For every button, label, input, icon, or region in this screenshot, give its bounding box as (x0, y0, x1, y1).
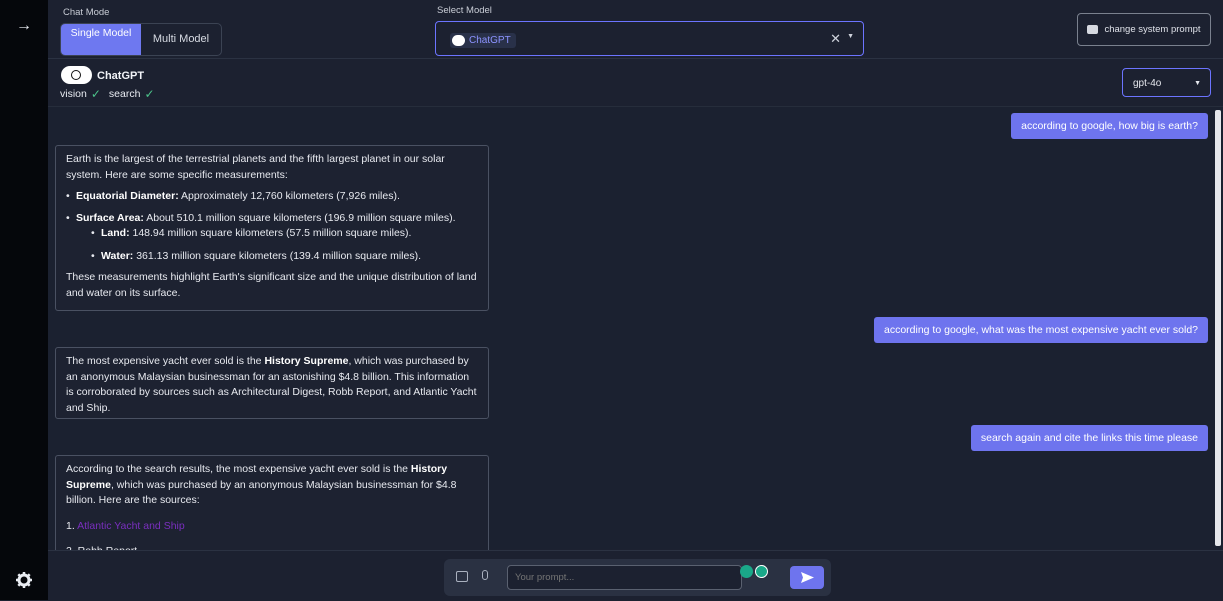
capabilities: vision ✓ search ✓ (60, 87, 159, 101)
user-message: search again and cite the links this tim… (970, 425, 1208, 451)
list-text: About 510.1 million square kilometers (1… (146, 211, 456, 224)
sublist: Land: 148.94 million square kilometers (… (76, 226, 478, 264)
check-icon: ✓ (90, 87, 101, 101)
model-info-bar: ChatGPT vision ✓ search ✓ gpt-4o ▼ (48, 59, 1223, 107)
image-upload-icon[interactable] (456, 571, 468, 582)
model-version-select[interactable]: gpt-4o ▼ (1122, 68, 1211, 97)
chatgpt-logo-icon (61, 66, 92, 84)
list: Equatorial Diameter: Approximately 12,76… (66, 189, 478, 205)
left-sidebar: → (0, 0, 48, 600)
list: Surface Area: About 510.1 million square… (66, 211, 478, 265)
prompt-bar (444, 559, 831, 596)
single-model-button[interactable]: Single Model (61, 24, 141, 55)
check-icon: ✓ (144, 87, 155, 101)
chat-mode-label: Chat Mode (63, 7, 110, 18)
bottom-bar (48, 550, 1223, 601)
message-text: According to the search results, the mos… (66, 463, 411, 475)
prompt-input[interactable] (507, 565, 742, 590)
message-text: Earth is the largest of the terrestrial … (66, 153, 445, 181)
model-version-label: gpt-4o (1133, 78, 1162, 89)
list-text: 361.13 million square kilometers (139.4 … (136, 249, 421, 262)
bold-label: Equatorial Diameter: (76, 190, 179, 202)
change-system-prompt-button[interactable]: change system prompt (1077, 13, 1211, 46)
capability-vision: vision (60, 88, 87, 100)
microphone-icon[interactable] (482, 570, 488, 580)
list-item: Surface Area: About 510.1 million square… (66, 211, 478, 265)
user-message: according to google, how big is earth? (1011, 113, 1208, 139)
scrollbar[interactable] (1215, 110, 1221, 546)
bold-text: History Supreme (264, 355, 349, 367)
system-prompt-label: change system prompt (1104, 24, 1201, 35)
chevron-down-icon: ▼ (1194, 80, 1201, 87)
capability-search: search (108, 88, 141, 100)
chat-mode-toggle: Single Model Multi Model (60, 23, 222, 56)
settings-gear-icon[interactable] (14, 570, 34, 590)
clear-icon[interactable]: ✕ (830, 31, 841, 47)
grammar-check-icon[interactable] (755, 565, 768, 578)
chatgpt-logo-icon (452, 35, 465, 46)
user-message: according to google, what was the most e… (873, 317, 1208, 343)
top-bar: Chat Mode Single Model Multi Model Selec… (48, 0, 1223, 59)
assistant-message: Earth is the largest of the terrestrial … (55, 145, 489, 311)
grammarly-icon[interactable] (740, 565, 753, 578)
source-link[interactable]: Atlantic Yacht and Ship (77, 520, 185, 532)
bold-label: Land: (101, 227, 130, 239)
bold-label: Surface Area: (76, 211, 144, 224)
chat-bubble-icon (1087, 25, 1099, 34)
bold-label: Water: (101, 249, 134, 262)
list-text: Approximately 12,760 kilometers (7,926 m… (181, 190, 400, 202)
list-item: Land: 148.94 million square kilometers (… (91, 226, 478, 242)
send-icon (801, 572, 814, 583)
multi-model-button[interactable]: Multi Model (141, 24, 221, 55)
list-text: 148.94 million square kilometers (57.5 m… (132, 227, 412, 239)
message-text: These measurements highlight Earth's sig… (66, 271, 477, 299)
list-item: Equatorial Diameter: Approximately 12,76… (66, 189, 478, 205)
message-text: The most expensive yacht ever sold is th… (66, 355, 265, 367)
select-model-label: Select Model (437, 5, 492, 16)
assistant-message: According to the search results, the mos… (55, 455, 489, 555)
model-name: ChatGPT (97, 70, 145, 82)
selected-model-label: ChatGPT (469, 35, 511, 46)
model-select[interactable]: ChatGPT ✕ ▼ (435, 21, 864, 56)
send-button[interactable] (790, 566, 824, 589)
list-number: 1. (66, 519, 75, 532)
assistant-message: The most expensive yacht ever sold is th… (55, 347, 489, 419)
chevron-down-icon[interactable]: ▼ (847, 33, 854, 40)
list-item: Water: 361.13 million square kilometers … (91, 249, 478, 265)
expand-arrow-icon[interactable]: → (14, 16, 34, 36)
selected-model-chip[interactable]: ChatGPT (450, 33, 516, 48)
chat-area: according to google, how big is earth? E… (48, 107, 1223, 555)
message-text: , which was purchased by an anonymous Ma… (66, 478, 457, 507)
